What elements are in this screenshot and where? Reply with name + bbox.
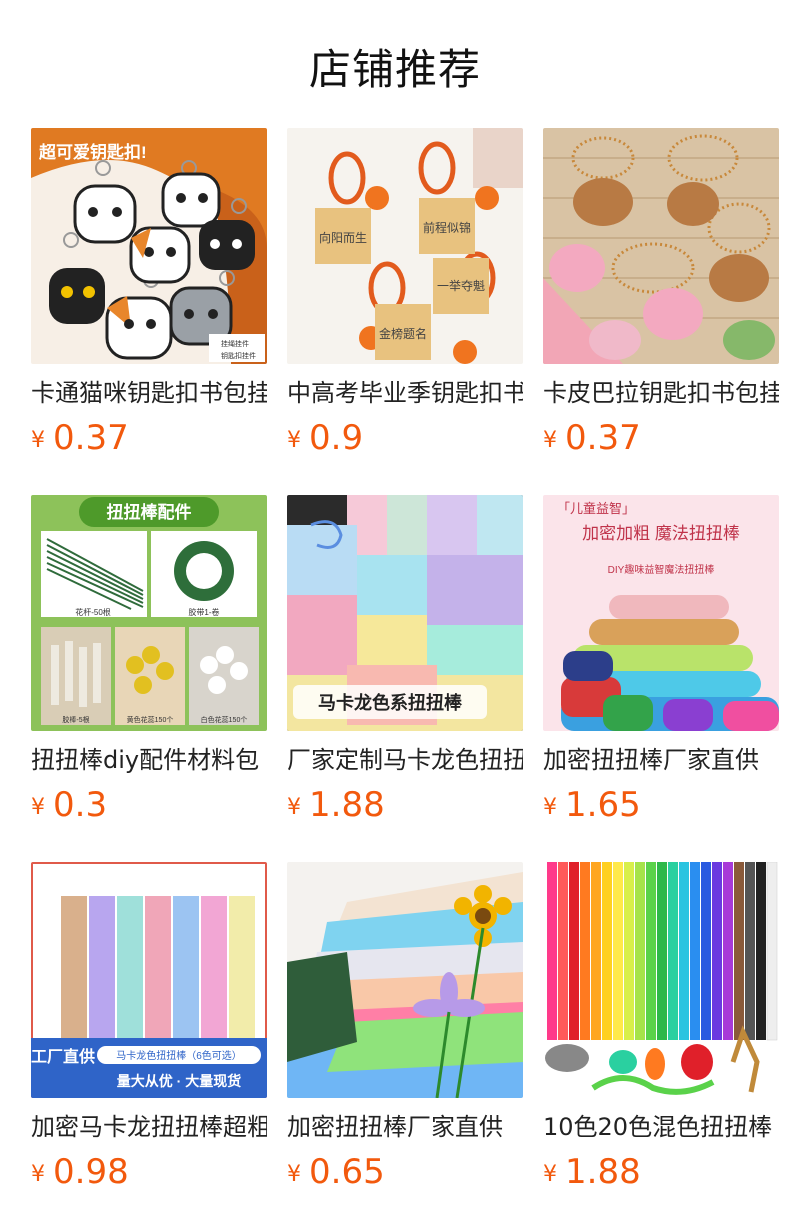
- svg-text:「儿童益智」: 「儿童益智」: [557, 501, 635, 516]
- product-card[interactable]: 超可爱钥匙扣! 挂绳挂件 钥匙扣挂件 卡通猫咪钥匙扣书包挂 ¥ 0.37: [31, 128, 267, 495]
- svg-text:量大从优 · 大量现货: 量大从优 · 大量现货: [117, 1073, 241, 1089]
- product-grid: 超可爱钥匙扣! 挂绳挂件 钥匙扣挂件 卡通猫咪钥匙扣书包挂 ¥ 0.37 向阳而…: [0, 128, 790, 1229]
- price-value: 0.37: [565, 418, 641, 458]
- capybara-keychains-picture: [543, 128, 779, 364]
- svg-text:前程似锦: 前程似锦: [423, 220, 471, 235]
- svg-text:花杆-50根: 花杆-50根: [75, 607, 111, 617]
- header: 店铺推荐: [0, 0, 790, 128]
- svg-text:挂绳挂件: 挂绳挂件: [221, 339, 249, 348]
- svg-text:马卡龙色扭扭棒（6色可选）: 马卡龙色扭扭棒（6色可选）: [116, 1049, 242, 1062]
- price-value: 1.88: [565, 1152, 641, 1192]
- svg-text:胶棒-5根: 胶棒-5根: [62, 715, 89, 724]
- product-card[interactable]: 10色20色混色扭扭棒 ¥1.88: [543, 862, 779, 1229]
- svg-text:向阳而生: 向阳而生: [319, 230, 367, 245]
- product-price: ¥0.98: [31, 1152, 267, 1192]
- svg-text:超可爱钥匙扣!: 超可爱钥匙扣!: [39, 142, 147, 162]
- svg-text:黄色花蕊150个: 黄色花蕊150个: [127, 715, 174, 724]
- macaron-pipe-cleaners-picture: 马卡龙色系扭扭棒: [287, 495, 523, 731]
- svg-text:马卡龙色系扭扭棒: 马卡龙色系扭扭棒: [318, 692, 463, 713]
- svg-text:胶带1-卷: 胶带1-卷: [188, 607, 219, 617]
- product-price: ¥1.88: [287, 785, 523, 825]
- currency-symbol: ¥: [287, 1162, 301, 1187]
- product-title[interactable]: 厂家定制马卡龙色扭扭棒: [287, 745, 523, 775]
- store-recommendations-page: 店铺推荐 超可爱钥匙扣! 挂绳挂件 钥匙扣挂件 卡通猫咪钥匙扣书包挂 ¥ 0.3…: [0, 0, 790, 1230]
- product-price: ¥0.65: [287, 1152, 523, 1192]
- product-title[interactable]: 卡通猫咪钥匙扣书包挂件: [31, 378, 267, 408]
- svg-text:DIY趣味益智魔法扭扭棒: DIY趣味益智魔法扭扭棒: [608, 563, 715, 576]
- product-image-pipe-cleaner-flowers[interactable]: [287, 862, 523, 1098]
- currency-symbol: ¥: [287, 795, 301, 820]
- accessory-kit-picture: 扭扭棒配件 花杆-50根 胶带1-卷 胶棒-5根 黄色花蕊150个 白色花蕊15…: [31, 495, 267, 731]
- currency-symbol: ¥: [31, 795, 45, 820]
- svg-text:白色花蕊150个: 白色花蕊150个: [201, 715, 248, 724]
- cat-keychains-picture: 超可爱钥匙扣! 挂绳挂件 钥匙扣挂件: [31, 128, 267, 364]
- product-price: ¥0.37: [543, 418, 779, 458]
- currency-symbol: ¥: [543, 428, 557, 453]
- product-card[interactable]: 工厂直供 马卡龙色扭扭棒（6色可选） 量大从优 · 大量现货 加密马卡龙扭扭棒超…: [31, 862, 267, 1229]
- product-image-cat-keychains[interactable]: 超可爱钥匙扣! 挂绳挂件 钥匙扣挂件: [31, 128, 267, 364]
- product-price: ¥0.3: [31, 785, 267, 825]
- price-value: 0.37: [53, 418, 129, 458]
- currency-symbol: ¥: [543, 1162, 557, 1187]
- svg-text:扭扭棒配件: 扭扭棒配件: [107, 502, 192, 522]
- currency-symbol: ¥: [31, 428, 45, 453]
- svg-text:加密加粗 魔法扭扭棒: 加密加粗 魔法扭扭棒: [582, 524, 740, 543]
- product-image-rainbow-pipe-cleaners[interactable]: [543, 862, 779, 1098]
- macaron-factory-picture: 工厂直供 马卡龙色扭扭棒（6色可选） 量大从优 · 大量现货: [31, 862, 267, 1098]
- product-price: ¥1.65: [543, 785, 779, 825]
- price-value: 1.65: [565, 785, 641, 825]
- product-card[interactable]: 马卡龙色系扭扭棒 厂家定制马卡龙色扭扭棒 ¥1.88: [287, 495, 523, 862]
- currency-symbol: ¥: [287, 428, 301, 453]
- product-title[interactable]: 10色20色混色扭扭棒: [543, 1112, 779, 1142]
- price-value: 0.65: [309, 1152, 385, 1192]
- product-price: ¥0.9: [287, 418, 523, 458]
- svg-text:工厂直供: 工厂直供: [31, 1047, 95, 1066]
- product-title[interactable]: 中高考毕业季钥匙扣书包挂件: [287, 378, 523, 408]
- product-card[interactable]: 向阳而生 前程似锦 一举夺魁 金榜题名 中高考毕业季钥匙扣书包挂件 ¥0.9: [287, 128, 523, 495]
- product-card[interactable]: 「儿童益智」 加密加粗 魔法扭扭棒 DIY趣味益智魔法扭扭棒 加密扭扭棒厂家直供…: [543, 495, 779, 862]
- currency-symbol: ¥: [31, 1162, 45, 1187]
- product-card[interactable]: 加密扭扭棒厂家直供 ¥0.65: [287, 862, 523, 1229]
- svg-text:一举夺魁: 一举夺魁: [437, 278, 485, 293]
- price-value: 0.9: [309, 418, 364, 458]
- pipe-cleaner-flowers-picture: [287, 862, 523, 1098]
- svg-text:钥匙扣挂件: 钥匙扣挂件: [221, 351, 256, 360]
- product-title[interactable]: 卡皮巴拉钥匙扣书包挂件: [543, 378, 779, 408]
- product-title[interactable]: 加密扭扭棒厂家直供: [287, 1112, 523, 1142]
- product-image-macaron-factory[interactable]: 工厂直供 马卡龙色扭扭棒（6色可选） 量大从优 · 大量现货: [31, 862, 267, 1098]
- product-card[interactable]: 卡皮巴拉钥匙扣书包挂件 ¥0.37: [543, 128, 779, 495]
- page-title: 店铺推荐: [308, 45, 481, 94]
- rainbow-pipe-cleaners-picture: [543, 862, 779, 1098]
- dense-pipe-cleaners-picture: 「儿童益智」 加密加粗 魔法扭扭棒 DIY趣味益智魔法扭扭棒: [543, 495, 779, 731]
- product-card[interactable]: 扭扭棒配件 花杆-50根 胶带1-卷 胶棒-5根 黄色花蕊150个 白色花蕊15…: [31, 495, 267, 862]
- product-title[interactable]: 扭扭棒diy配件材料包: [31, 745, 267, 775]
- product-image-capybara-keychains[interactable]: [543, 128, 779, 364]
- graduation-keychains-picture: 向阳而生 前程似锦 一举夺魁 金榜题名: [287, 128, 523, 364]
- currency-symbol: ¥: [543, 795, 557, 820]
- product-price: ¥0.37: [31, 418, 267, 458]
- svg-text:金榜题名: 金榜题名: [379, 326, 427, 341]
- product-price: ¥1.88: [543, 1152, 779, 1192]
- price-value: 0.98: [53, 1152, 129, 1192]
- product-title[interactable]: 加密扭扭棒厂家直供: [543, 745, 779, 775]
- price-value: 1.88: [309, 785, 385, 825]
- product-image-accessory-kit[interactable]: 扭扭棒配件 花杆-50根 胶带1-卷 胶棒-5根 黄色花蕊150个 白色花蕊15…: [31, 495, 267, 731]
- product-image-macaron-pipe-cleaners[interactable]: 马卡龙色系扭扭棒: [287, 495, 523, 731]
- price-value: 0.3: [53, 785, 108, 825]
- product-title[interactable]: 加密马卡龙扭扭棒超粗: [31, 1112, 267, 1142]
- product-image-graduation-keychains[interactable]: 向阳而生 前程似锦 一举夺魁 金榜题名: [287, 128, 523, 364]
- product-image-dense-pipe-cleaners[interactable]: 「儿童益智」 加密加粗 魔法扭扭棒 DIY趣味益智魔法扭扭棒: [543, 495, 779, 731]
